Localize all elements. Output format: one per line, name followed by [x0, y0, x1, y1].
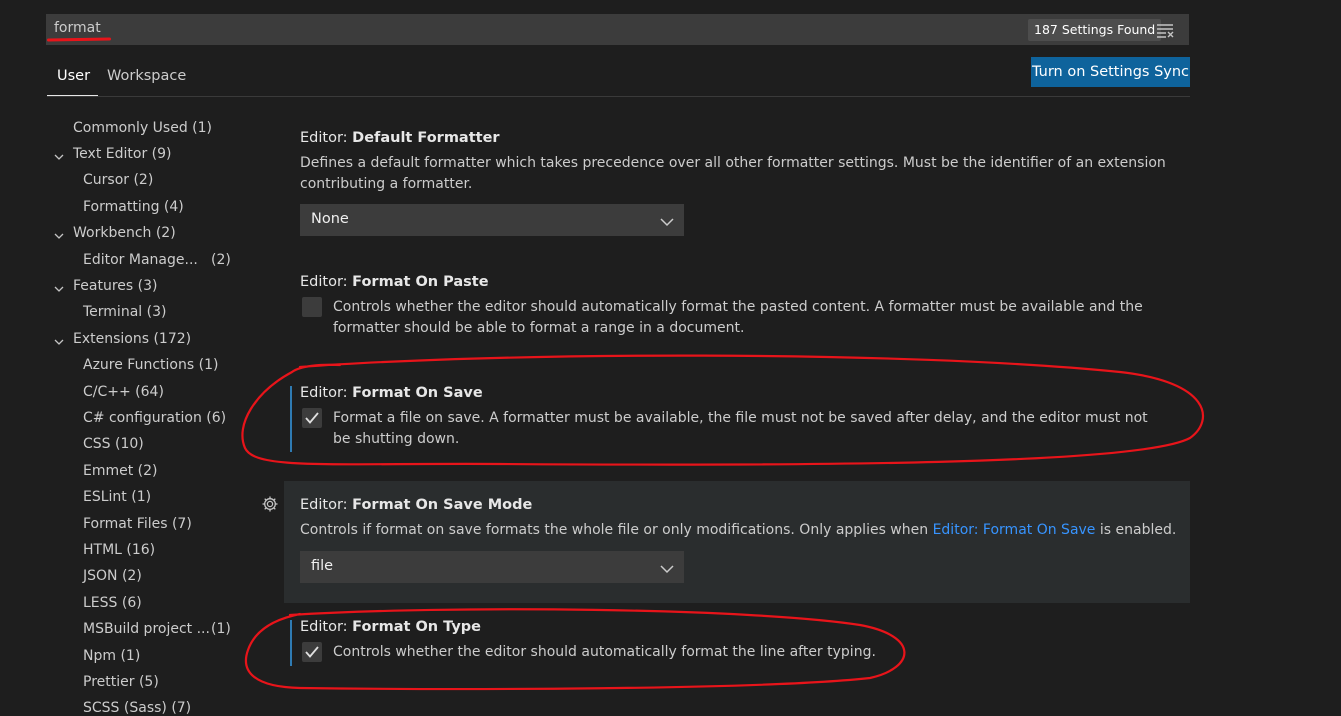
- setting-focus-indicator: [290, 386, 292, 452]
- setting-name: Format On Type: [352, 619, 481, 635]
- toc-item-emmet[interactable]: Emmet (2): [83, 463, 158, 479]
- toc-item-text-editor[interactable]: Text Editor (9): [73, 146, 171, 162]
- setting-category: Editor:: [300, 385, 353, 401]
- setting-description: Defines a default formatter which takes …: [300, 155, 1166, 192]
- toc-item-count: (1): [211, 621, 231, 637]
- setting-description: Controls if format on save formats the w…: [300, 520, 1180, 541]
- toc-item-less[interactable]: LESS (6): [83, 595, 142, 611]
- setting-category: Editor:: [300, 274, 353, 290]
- format-on-save-link[interactable]: Editor: Format On Save: [933, 522, 1096, 538]
- toc-item-cursor[interactable]: Cursor (2): [83, 172, 153, 188]
- format-on-save-checkbox[interactable]: [302, 408, 322, 428]
- toc-item-prettier[interactable]: Prettier (5): [83, 674, 159, 690]
- tab-divider: [47, 96, 1190, 97]
- setting-category: Editor:: [300, 619, 353, 635]
- toc-item-extensions[interactable]: Extensions (172): [73, 331, 191, 347]
- description-text: Controls if format on save formats the w…: [300, 522, 933, 538]
- toc-item-npm[interactable]: Npm (1): [83, 648, 140, 664]
- format-on-save-mode-select[interactable]: file: [300, 551, 684, 583]
- chevron-down-icon[interactable]: [54, 150, 64, 160]
- default-formatter-select[interactable]: None: [300, 204, 684, 236]
- toc-item-json[interactable]: JSON (2): [83, 568, 142, 584]
- toc-item-commonly-used[interactable]: Commonly Used (1): [73, 120, 212, 136]
- search-input[interactable]: format: [54, 20, 101, 36]
- toc-item-azure-functions[interactable]: Azure Functions (1): [83, 357, 218, 373]
- setting-category: Editor:: [300, 130, 353, 146]
- setting-title-format-on-save: Editor: Format On Save: [300, 385, 483, 401]
- select-value: file: [311, 558, 334, 574]
- setting-title-format-on-paste: Editor: Format On Paste: [300, 274, 489, 290]
- setting-name: Format On Save: [352, 385, 483, 401]
- settings-found-badge: 187 Settings Found: [1028, 19, 1162, 41]
- tab-workspace[interactable]: Workspace: [107, 68, 186, 84]
- tab-user[interactable]: User: [57, 68, 90, 84]
- setting-title-format-on-type: Editor: Format On Type: [300, 619, 481, 635]
- checkmark-icon: [305, 646, 319, 658]
- format-on-paste-checkbox[interactable]: [302, 297, 322, 317]
- toc-item-msbuild[interactable]: MSBuild project ...: [83, 621, 210, 637]
- checkmark-icon: [305, 412, 319, 424]
- toc-item-terminal[interactable]: Terminal (3): [83, 304, 166, 320]
- setting-title-default-formatter: Editor: Default Formatter: [300, 130, 500, 146]
- toc-item-formatting[interactable]: Formatting (4): [83, 199, 184, 215]
- toc-item-workbench[interactable]: Workbench (2): [73, 225, 176, 241]
- chevron-down-icon[interactable]: [54, 335, 64, 345]
- setting-name: Format On Paste: [352, 274, 489, 290]
- setting-focus-indicator: [290, 620, 292, 666]
- clear-filter-icon[interactable]: [1156, 22, 1174, 38]
- settings-search-bar[interactable]: [46, 14, 1189, 45]
- toc-item-count: (2): [211, 252, 231, 268]
- toc-item-features[interactable]: Features (3): [73, 278, 157, 294]
- toc-item-css[interactable]: CSS (10): [83, 436, 144, 452]
- chevron-down-icon[interactable]: [54, 282, 64, 292]
- setting-title-format-on-save-mode: Editor: Format On Save Mode: [300, 497, 532, 513]
- setting-category: Editor:: [300, 497, 353, 513]
- setting-description: Format a file on save. A formatter must …: [333, 410, 1148, 447]
- turn-on-settings-sync-button[interactable]: Turn on Settings Sync: [1031, 57, 1190, 87]
- setting-description: Controls whether the editor should autom…: [333, 644, 876, 660]
- setting-name: Default Formatter: [352, 130, 500, 146]
- tab-active-indicator: [47, 95, 98, 96]
- gear-icon[interactable]: [261, 495, 279, 513]
- chevron-down-icon[interactable]: [54, 229, 64, 239]
- toc-item-scss[interactable]: SCSS (Sass) (7): [83, 700, 191, 716]
- toc-item-format-files[interactable]: Format Files (7): [83, 516, 192, 532]
- chevron-down-icon: [660, 562, 674, 574]
- setting-name: Format On Save Mode: [352, 497, 533, 513]
- chevron-down-icon: [660, 215, 674, 227]
- select-value: None: [311, 211, 349, 227]
- toc-item-editor-management[interactable]: Editor Manage...: [83, 252, 198, 268]
- toc-item-html[interactable]: HTML (16): [83, 542, 155, 558]
- format-on-type-checkbox[interactable]: [302, 642, 322, 662]
- description-text: is enabled.: [1095, 522, 1177, 538]
- toc-item-eslint[interactable]: ESLint (1): [83, 489, 151, 505]
- toc-item-cpp[interactable]: C/C++ (64): [83, 384, 164, 400]
- setting-description: Controls whether the editor should autom…: [333, 299, 1143, 336]
- toc-item-csharp-configuration[interactable]: C# configuration (6): [83, 410, 226, 426]
